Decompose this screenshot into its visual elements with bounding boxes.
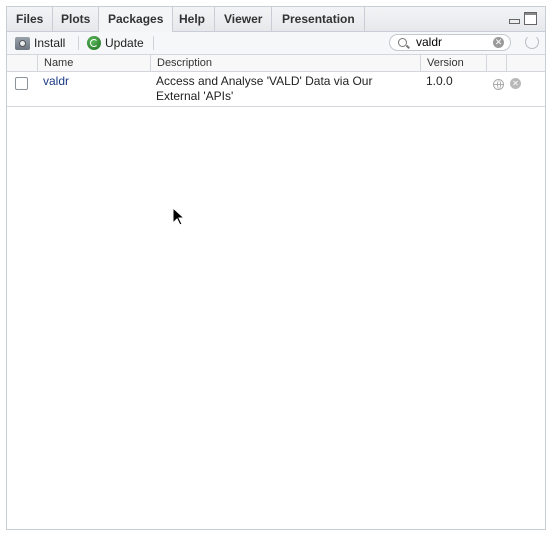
header-checkbox-col bbox=[7, 55, 37, 71]
package-name-link[interactable]: valdr bbox=[43, 74, 69, 89]
update-button[interactable]: Update bbox=[87, 34, 144, 52]
mouse-cursor-icon bbox=[172, 207, 186, 226]
toolbar-separator bbox=[153, 36, 154, 50]
package-search: ✕ bbox=[389, 34, 511, 51]
update-label: Update bbox=[105, 36, 144, 50]
tab-plots[interactable]: Plots bbox=[52, 7, 101, 31]
tab-help[interactable]: Help bbox=[170, 7, 216, 31]
package-load-checkbox[interactable] bbox=[15, 77, 28, 90]
header-name[interactable]: Name bbox=[37, 55, 150, 71]
refresh-icon[interactable] bbox=[525, 35, 539, 49]
header-description[interactable]: Description bbox=[150, 55, 420, 71]
window-controls bbox=[508, 12, 537, 25]
tab-packages[interactable]: Packages bbox=[98, 7, 174, 32]
search-input[interactable] bbox=[416, 35, 490, 50]
toolbar: Install Update ✕ bbox=[7, 32, 545, 55]
tab-files[interactable]: Files bbox=[7, 7, 54, 31]
tab-strip: Files Plots Packages Help Viewer Present… bbox=[7, 7, 545, 32]
toolbar-separator bbox=[78, 36, 79, 50]
remove-package-icon[interactable]: ✕ bbox=[510, 78, 521, 89]
clear-search-icon[interactable]: ✕ bbox=[493, 37, 504, 48]
search-icon bbox=[398, 38, 407, 47]
install-icon bbox=[15, 36, 30, 50]
maximize-icon[interactable] bbox=[524, 12, 537, 25]
table-header: Name Description Version bbox=[7, 55, 545, 72]
description-line: Access and Analyse 'VALD' Data via Our bbox=[156, 74, 373, 88]
tab-presentation[interactable]: Presentation bbox=[273, 7, 365, 31]
header-remove-col bbox=[506, 55, 545, 71]
globe-icon[interactable] bbox=[493, 79, 504, 90]
packages-pane: Files Plots Packages Help Viewer Present… bbox=[6, 6, 546, 530]
table-row: valdr Access and Analyse 'VALD' Data via… bbox=[7, 72, 545, 107]
update-icon bbox=[87, 36, 101, 50]
package-version: 1.0.0 bbox=[426, 74, 453, 88]
description-line: External 'APIs' bbox=[156, 89, 234, 103]
package-description: Access and Analyse 'VALD' Data via Our E… bbox=[156, 74, 416, 104]
tab-viewer[interactable]: Viewer bbox=[215, 7, 273, 31]
install-button[interactable]: Install bbox=[15, 34, 65, 52]
minimize-icon[interactable] bbox=[508, 12, 521, 25]
install-label: Install bbox=[34, 36, 66, 50]
header-links-col bbox=[486, 55, 506, 71]
header-version[interactable]: Version bbox=[420, 55, 486, 71]
